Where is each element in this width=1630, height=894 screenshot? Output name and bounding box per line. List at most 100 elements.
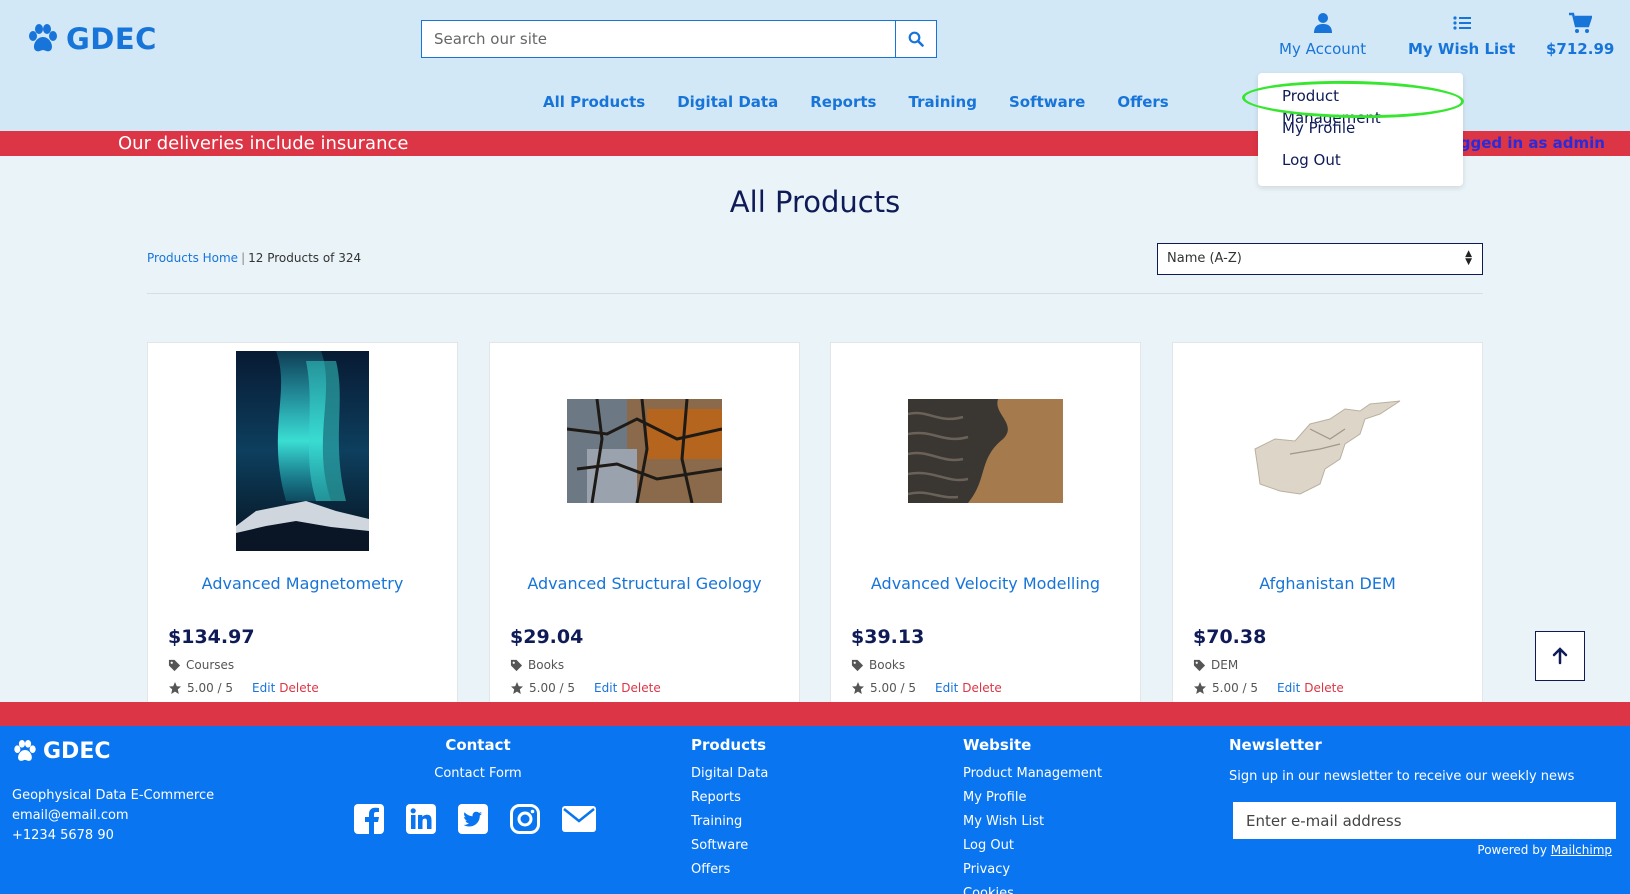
product-price: $134.97 [168,626,255,648]
site-logo[interactable]: GDEC [26,22,157,56]
user-icon [1279,12,1366,34]
delete-link[interactable]: Delete [1304,681,1343,695]
page-title: All Products [729,185,901,219]
breadcrumb-products-home[interactable]: Products Home [147,251,238,265]
dem-map-image[interactable] [1173,351,1482,551]
menu-item-log-out[interactable]: Log Out [1258,149,1463,181]
footer-link-training[interactable]: Training [691,810,768,834]
product-title[interactable]: Advanced Structural Geology [490,574,799,593]
star-icon [511,682,523,694]
product-title[interactable]: Afghanistan DEM [1173,574,1482,593]
sort-select[interactable]: Name (A-Z) ▲ ▼ [1157,243,1483,275]
mailchimp-link[interactable]: Mailchimp [1551,843,1612,857]
footer-website-heading: Website [963,736,1032,754]
category-label: DEM [1211,658,1239,672]
footer-link-software[interactable]: Software [691,834,768,858]
product-card: Afghanistan DEM $70.38 DEM 5.00 / 5 Edit… [1172,342,1483,702]
my-account-link[interactable]: My Account [1279,12,1366,58]
delete-link[interactable]: Delete [279,681,318,695]
aurora-image[interactable] [148,351,457,551]
product-card: Advanced Velocity Modelling $39.13 Books… [830,342,1141,702]
nav-reports[interactable]: Reports [810,93,876,111]
linkedin-icon[interactable] [406,804,436,838]
delete-link[interactable]: Delete [621,681,660,695]
delete-link[interactable]: Delete [962,681,1001,695]
facebook-icon[interactable] [354,804,384,838]
terrain-image[interactable] [831,351,1140,551]
back-to-top-button[interactable] [1535,631,1585,681]
footer-link-digital-data[interactable]: Digital Data [691,762,768,786]
account-dropdown-menu: Product Management My Profile Log Out [1258,73,1463,186]
product-price: $39.13 [851,626,925,648]
nav-digital-data[interactable]: Digital Data [677,93,778,111]
footer-link-product-management[interactable]: Product Management [963,762,1102,786]
footer-newsletter-heading: Newsletter [1229,736,1322,754]
powered-by: Powered by Mailchimp [1477,843,1612,857]
product-rating: 5.00 / 5 [1212,681,1259,695]
product-meta: 5.00 / 5 Edit Delete [168,681,319,695]
product-title[interactable]: Advanced Magnetometry [148,574,457,593]
tag-icon [168,659,181,671]
search-button[interactable] [895,21,936,57]
powered-by-prefix: Powered by [1477,843,1547,857]
cart-icon [1546,12,1614,34]
search-bar [421,20,937,58]
footer-divider-bar [0,702,1630,726]
login-status: Logged in as admin [1439,134,1605,152]
my-wishlist-label: My Wish List [1408,40,1516,58]
product-price: $29.04 [510,626,584,648]
star-icon [1194,682,1206,694]
nav-all-products[interactable]: All Products [543,93,645,111]
sort-value: Name (A-Z) [1167,251,1242,266]
brand-name: GDEC [66,22,157,56]
product-meta: 5.00 / 5 Edit Delete [851,681,1002,695]
edit-link[interactable]: Edit [1277,681,1300,695]
newsletter-email-input[interactable] [1233,802,1616,839]
product-price: $70.38 [1193,626,1267,648]
product-meta: 5.00 / 5 Edit Delete [510,681,661,695]
product-category: Courses [168,658,234,672]
menu-item-my-profile[interactable]: My Profile [1258,117,1463,149]
category-label: Books [869,658,906,672]
main-nav: All Products Digital Data Reports Traini… [543,93,1169,111]
newsletter-text: Sign up in our newsletter to receive our… [1229,769,1575,784]
product-count: 12 Products of 324 [248,251,362,265]
edit-link[interactable]: Edit [594,681,617,695]
menu-item-product-management[interactable]: Product Management [1258,85,1463,127]
edit-link[interactable]: Edit [252,681,275,695]
footer-logo[interactable]: GDEC [12,739,111,764]
footer-link-log-out[interactable]: Log Out [963,834,1102,858]
footer-link-cookies[interactable]: Cookies [963,882,1102,894]
star-icon [169,682,181,694]
contact-form-link[interactable]: Contact Form [414,762,542,786]
footer-link-privacy[interactable]: Privacy [963,858,1102,882]
cracked-rock-image[interactable] [490,351,799,551]
footer-link-reports[interactable]: Reports [691,786,768,810]
nav-offers[interactable]: Offers [1117,93,1168,111]
product-title[interactable]: Advanced Velocity Modelling [831,574,1140,593]
product-rating: 5.00 / 5 [529,681,576,695]
twitter-icon[interactable] [458,804,488,838]
footer-about: Geophysical Data E-Commerce email@email.… [12,786,214,846]
nav-training[interactable]: Training [908,93,976,111]
my-wishlist-link[interactable]: My Wish List [1408,12,1515,58]
product-rating: 5.00 / 5 [870,681,917,695]
instagram-icon[interactable] [510,804,540,838]
arrow-up-icon [1552,647,1568,665]
site-footer: GDEC Geophysical Data E-Commerce email@e… [0,726,1630,894]
edit-link[interactable]: Edit [935,681,958,695]
nav-software[interactable]: Software [1009,93,1085,111]
company-name: Geophysical Data E-Commerce [12,788,215,803]
footer-contact: Contact Contact Form [414,736,542,786]
breadcrumb: Products Home | 12 Products of 324 [147,251,361,265]
email-icon[interactable] [562,806,596,836]
cart-link[interactable]: $712.99 [1546,12,1614,58]
footer-link-my-wish-list[interactable]: My Wish List [963,810,1102,834]
footer-contact-heading: Contact [445,736,511,754]
paw-icon [14,740,36,761]
search-input[interactable] [422,21,895,57]
footer-link-my-profile[interactable]: My Profile [963,786,1102,810]
product-category: DEM [1193,658,1238,672]
company-email: email@email.com [12,808,129,823]
footer-link-offers[interactable]: Offers [691,858,768,882]
